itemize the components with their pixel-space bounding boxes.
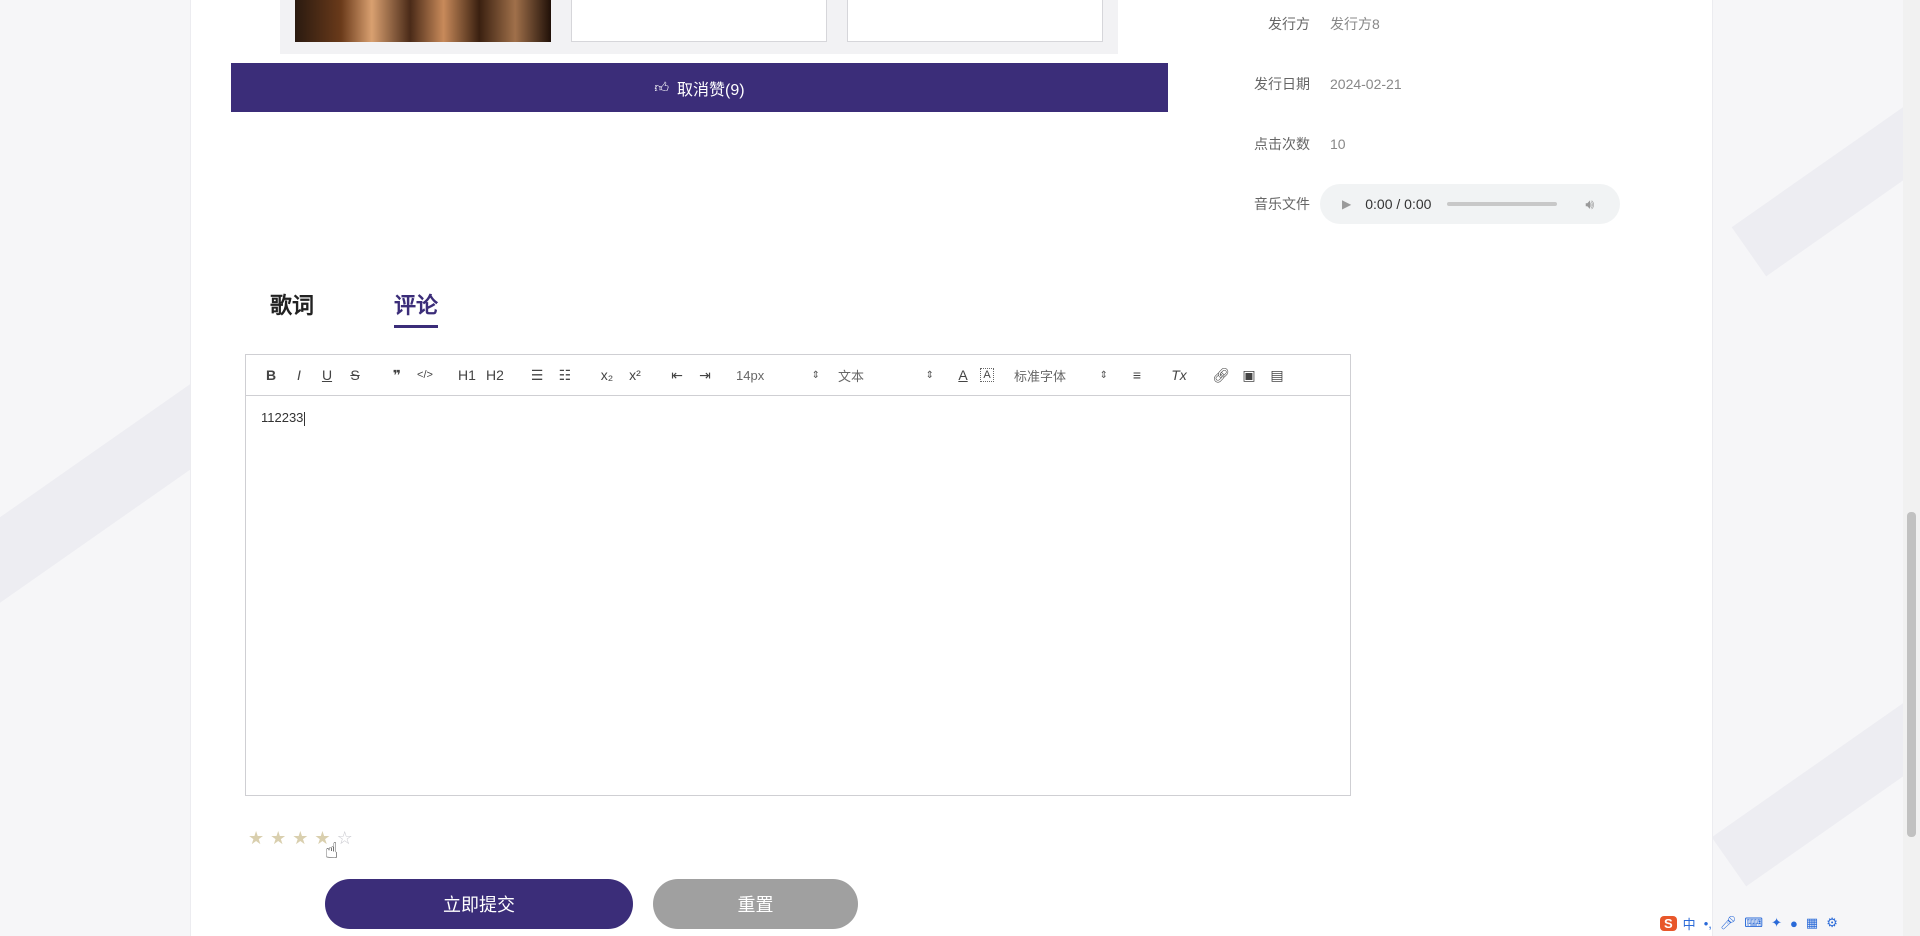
editor-text: 112233 xyxy=(261,410,304,425)
audio-progress-track[interactable] xyxy=(1447,202,1558,206)
strike-icon[interactable]: S xyxy=(344,365,366,385)
album-thumb-empty[interactable] xyxy=(571,0,827,42)
grid-icon[interactable]: ▦ xyxy=(1806,915,1818,931)
h1-icon[interactable]: H1 xyxy=(456,365,478,385)
star-empty-icon[interactable]: ☆ xyxy=(337,828,353,849)
unlike-label: 取消赞(9) xyxy=(677,81,745,99)
album-thumb-empty[interactable] xyxy=(847,0,1103,42)
submit-button[interactable]: 立即提交 xyxy=(325,879,633,929)
star-icon[interactable]: ★ xyxy=(270,828,286,849)
code-icon[interactable]: </> xyxy=(414,365,436,385)
scrollbar[interactable] xyxy=(1903,0,1920,936)
microphone-icon[interactable]: 🎤︎ xyxy=(1720,915,1737,931)
thumbs-up-icon: 👍︎ xyxy=(654,79,670,95)
play-icon[interactable]: ▶ xyxy=(1342,197,1351,211)
superscript-icon[interactable]: x² xyxy=(624,365,646,385)
star-rating[interactable]: ★ ★ ★ ★ ☆ xyxy=(248,828,359,849)
skin-icon[interactable]: ✦ xyxy=(1771,915,1782,931)
info-clicks: 点击次数 10 xyxy=(1200,124,1640,164)
editor-toolbar: B I U S ❞ </> H1 H2 ☰ ☷ x₂ x² ⇤ ⇥ 14px ⇕… xyxy=(246,355,1350,396)
unlike-button[interactable]: 👍︎ 取消赞(9) xyxy=(231,63,1168,112)
ime-language-indicator[interactable]: 中 xyxy=(1683,914,1696,933)
info-value: 发行方8 xyxy=(1330,16,1380,32)
bold-icon[interactable]: B xyxy=(260,365,282,385)
ime-logo-icon[interactable]: S xyxy=(1660,915,1677,931)
quote-icon[interactable]: ❞ xyxy=(386,365,408,385)
background-color-icon[interactable]: A xyxy=(980,368,994,382)
gamepad-icon[interactable]: ● xyxy=(1790,916,1798,931)
image-icon[interactable]: ▣ xyxy=(1238,365,1260,385)
star-icon[interactable]: ★ xyxy=(292,828,308,849)
album-gallery xyxy=(280,0,1118,54)
outdent-icon[interactable]: ⇤ xyxy=(666,365,688,385)
select-caret-icon: ⇕ xyxy=(925,369,934,381)
video-icon[interactable]: ▤ xyxy=(1266,365,1288,385)
font-size-select[interactable]: 14px ⇕ xyxy=(736,363,820,387)
align-icon[interactable]: ≡ xyxy=(1126,365,1148,385)
font-color-icon[interactable]: A xyxy=(952,365,974,385)
info-music-file: 音乐文件 ▶ 0:00 / 0:00 🔊︎ xyxy=(1200,184,1640,224)
subscript-icon[interactable]: x₂ xyxy=(596,365,618,385)
font-family-value: 标准字体 xyxy=(1014,368,1067,384)
select-caret-icon: ⇕ xyxy=(811,369,820,381)
info-value: 2024-02-21 xyxy=(1330,76,1402,92)
indent-icon[interactable]: ⇥ xyxy=(694,365,716,385)
info-release-date: 发行日期 2024-02-21 xyxy=(1200,64,1640,104)
album-photo[interactable] xyxy=(295,0,551,42)
hand-cursor-icon: ☝ xyxy=(325,838,339,863)
settings-icon[interactable]: ⚙ xyxy=(1826,915,1838,931)
font-family-select[interactable]: 标准字体 ⇕ xyxy=(1014,363,1108,387)
info-publisher: 发行方 发行方8 xyxy=(1200,4,1640,44)
system-tray: S 中 •, 🎤︎ ⌨ ✦ ● ▦ ⚙ xyxy=(1660,911,1846,935)
keyboard-icon[interactable]: ⌨ xyxy=(1744,915,1763,931)
comment-editor: B I U S ❞ </> H1 H2 ☰ ☷ x₂ x² ⇤ ⇥ 14px ⇕… xyxy=(245,354,1351,796)
underline-icon[interactable]: U xyxy=(316,365,338,385)
tab-comments[interactable]: 评论 xyxy=(394,288,439,328)
info-label: 发行方 xyxy=(1268,16,1310,32)
bullet-list-icon[interactable]: ☷ xyxy=(554,365,576,385)
volume-icon[interactable]: 🔊︎ xyxy=(1585,196,1594,213)
audio-player[interactable]: ▶ 0:00 / 0:00 🔊︎ xyxy=(1320,184,1620,224)
link-icon[interactable]: 🔗︎ xyxy=(1210,365,1232,385)
block-type-select[interactable]: 文本 ⇕ xyxy=(838,363,934,387)
info-label: 音乐文件 xyxy=(1254,196,1310,212)
italic-icon[interactable]: I xyxy=(288,365,310,385)
reset-button[interactable]: 重置 xyxy=(653,879,858,929)
font-size-value: 14px xyxy=(736,367,765,383)
info-value: 10 xyxy=(1330,136,1346,152)
text-caret xyxy=(304,411,306,426)
star-icon[interactable]: ★ xyxy=(248,828,264,849)
punctuation-icon[interactable]: •, xyxy=(1704,916,1712,931)
ordered-list-icon[interactable]: ☰ xyxy=(526,365,548,385)
editor-content[interactable]: 112233 xyxy=(246,396,1350,440)
h2-icon[interactable]: H2 xyxy=(484,365,506,385)
info-label: 发行日期 xyxy=(1254,76,1310,92)
block-type-value: 文本 xyxy=(838,368,865,384)
tab-lyrics[interactable]: 歌词 xyxy=(270,288,314,320)
info-label: 点击次数 xyxy=(1254,136,1310,152)
clear-format-icon[interactable]: Tx xyxy=(1168,365,1190,385)
audio-time: 0:00 / 0:00 xyxy=(1365,196,1432,212)
select-caret-icon: ⇕ xyxy=(1099,369,1108,381)
scrollbar-thumb[interactable] xyxy=(1907,512,1916,837)
